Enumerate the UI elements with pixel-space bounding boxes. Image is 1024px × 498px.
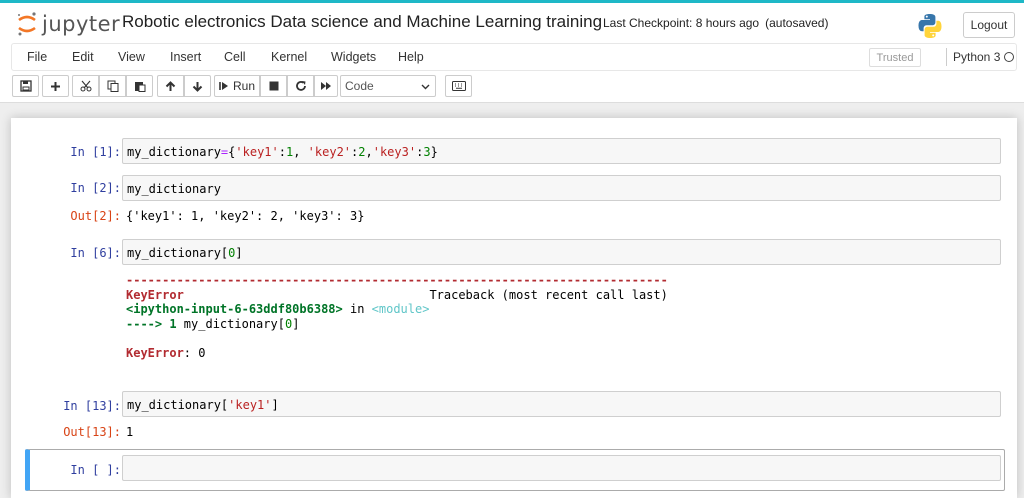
traceback-arrow: ----> 1 — [126, 316, 184, 331]
output-prompt: Out[13]: — [63, 425, 121, 439]
cut-button[interactable] — [72, 75, 99, 97]
traceback-label: Traceback (most recent call last) — [429, 287, 668, 302]
cell-output: {'key1': 1, 'key2': 2, 'key3': 3} — [126, 209, 365, 223]
traceback-in: in — [342, 302, 372, 316]
input-prompt: In [1]: — [70, 145, 121, 159]
final-error-message: : 0 — [183, 345, 206, 360]
code-token: } — [430, 145, 438, 159]
cell-output: 1 — [126, 425, 134, 439]
menu-bar: File Edit View Insert Cell Kernel Widget… — [0, 41, 1024, 71]
menu-help[interactable]: Help — [398, 50, 424, 64]
code-token: ] — [271, 398, 279, 412]
traceback-line-bracket: [ — [277, 316, 285, 331]
move-up-button[interactable] — [157, 75, 184, 97]
menu-insert[interactable]: Insert — [170, 50, 201, 64]
code-cell-input[interactable]: my_dictionary={'key1':1, 'key2':2,'key3'… — [122, 138, 1001, 164]
header-bar: jupyter Robotic electronics Data science… — [0, 0, 1024, 41]
kernel-name[interactable]: Python 3 — [953, 50, 1000, 64]
code-token: ] — [235, 246, 243, 260]
fast-forward-icon — [321, 82, 331, 90]
code-token: , — [293, 145, 308, 159]
jupyter-logo[interactable]: jupyter — [16, 9, 120, 39]
error-name: KeyError — [126, 287, 184, 302]
input-prompt: In [ ]: — [70, 463, 121, 477]
kernel-divider — [946, 48, 947, 66]
restart-icon — [295, 81, 306, 91]
logout-button[interactable]: Logout — [963, 12, 1015, 38]
menu-view[interactable]: View — [118, 50, 145, 64]
trusted-indicator[interactable]: Trusted — [869, 48, 921, 67]
input-prompt: In [13]: — [63, 399, 121, 413]
code-token: 2 — [358, 145, 366, 159]
checkpoint-text: Last Checkpoint: 8 hours ago — [603, 16, 760, 30]
insert-cell-button[interactable] — [42, 75, 69, 97]
toolbar: Run Code — [0, 71, 1024, 103]
keyboard-icon — [451, 81, 466, 91]
jupyter-logo-text: jupyter — [42, 12, 121, 36]
cell-type-value: Code — [345, 79, 374, 93]
checkpoint-status: Last Checkpoint: 8 hours ago (autosaved) — [603, 16, 828, 30]
restart-button[interactable] — [287, 75, 314, 97]
copy-icon — [107, 80, 118, 92]
menu-bar-inner: File Edit View Insert Cell Kernel Widget… — [11, 43, 1017, 71]
code-token: my_dictionary — [127, 398, 221, 412]
copy-button[interactable] — [99, 75, 126, 97]
input-prompt: In [6]: — [70, 246, 121, 260]
arrow-up-icon — [165, 80, 176, 91]
code-token: my_dictionary — [127, 145, 221, 159]
menu-file[interactable]: File — [27, 50, 47, 64]
python-logo-icon — [918, 14, 942, 38]
menu-edit[interactable]: Edit — [72, 50, 94, 64]
command-palette-button[interactable] — [445, 75, 472, 97]
code-token: 'key1' — [235, 145, 279, 159]
input-prompt: In [2]: — [70, 181, 121, 195]
code-cell-input[interactable]: my_dictionary['key1'] — [122, 391, 1001, 417]
step-forward-icon — [219, 82, 228, 90]
code-token: my_dictionary — [127, 246, 221, 260]
restart-run-all-button[interactable] — [314, 75, 338, 97]
arrow-down-icon — [192, 81, 203, 92]
code-token: my_dictionary — [127, 182, 221, 196]
final-error-name: KeyError — [126, 345, 184, 360]
traceback-line-bracket: ] — [292, 316, 300, 331]
code-cell-input[interactable]: my_dictionary[0] — [122, 239, 1001, 265]
run-label: Run — [232, 79, 255, 93]
cell-type-select[interactable]: Code — [340, 75, 436, 97]
code-token: 'key3' — [372, 145, 417, 159]
traceback-input-ref: <ipython-input-6-63ddf80b6388> — [126, 302, 343, 316]
jupyter-logo-icon — [18, 12, 36, 36]
kernel-idle-icon — [1004, 52, 1014, 62]
run-button[interactable]: Run — [214, 75, 260, 97]
traceback-separator: ----------------------------------------… — [126, 273, 668, 287]
output-prompt: Out[2]: — [70, 209, 121, 223]
interrupt-button[interactable] — [260, 75, 287, 97]
code-cell-input[interactable]: my_dictionary — [122, 175, 1001, 201]
paste-icon — [134, 82, 145, 92]
stop-icon — [269, 81, 278, 91]
plus-icon — [51, 81, 60, 91]
save-icon — [19, 80, 32, 92]
code-token: 'key2' — [307, 145, 352, 159]
move-down-button[interactable] — [184, 75, 211, 97]
traceback-output: ----------------------------------------… — [126, 273, 668, 360]
code-cell-input[interactable] — [122, 455, 1001, 481]
code-token: 'key1' — [228, 398, 272, 412]
cut-icon — [80, 80, 91, 92]
chevron-down-icon — [421, 84, 430, 90]
code-token: : — [278, 145, 286, 159]
save-button[interactable] — [12, 75, 39, 97]
traceback-line-code: my_dictionary — [183, 316, 278, 331]
paste-button[interactable] — [126, 75, 153, 97]
menu-kernel[interactable]: Kernel — [271, 50, 307, 64]
notebook-title[interactable]: Robotic electronics Data science and Mac… — [122, 12, 602, 32]
traceback-module: <module> — [371, 302, 430, 316]
menu-widgets[interactable]: Widgets — [331, 50, 376, 64]
code-token: 3 — [423, 145, 431, 159]
autosave-status: (autosaved) — [765, 16, 829, 30]
menu-cell[interactable]: Cell — [224, 50, 246, 64]
code-token: , — [365, 145, 373, 159]
notebook-container: In [1]: my_dictionary={'key1':1, 'key2':… — [11, 118, 1017, 498]
